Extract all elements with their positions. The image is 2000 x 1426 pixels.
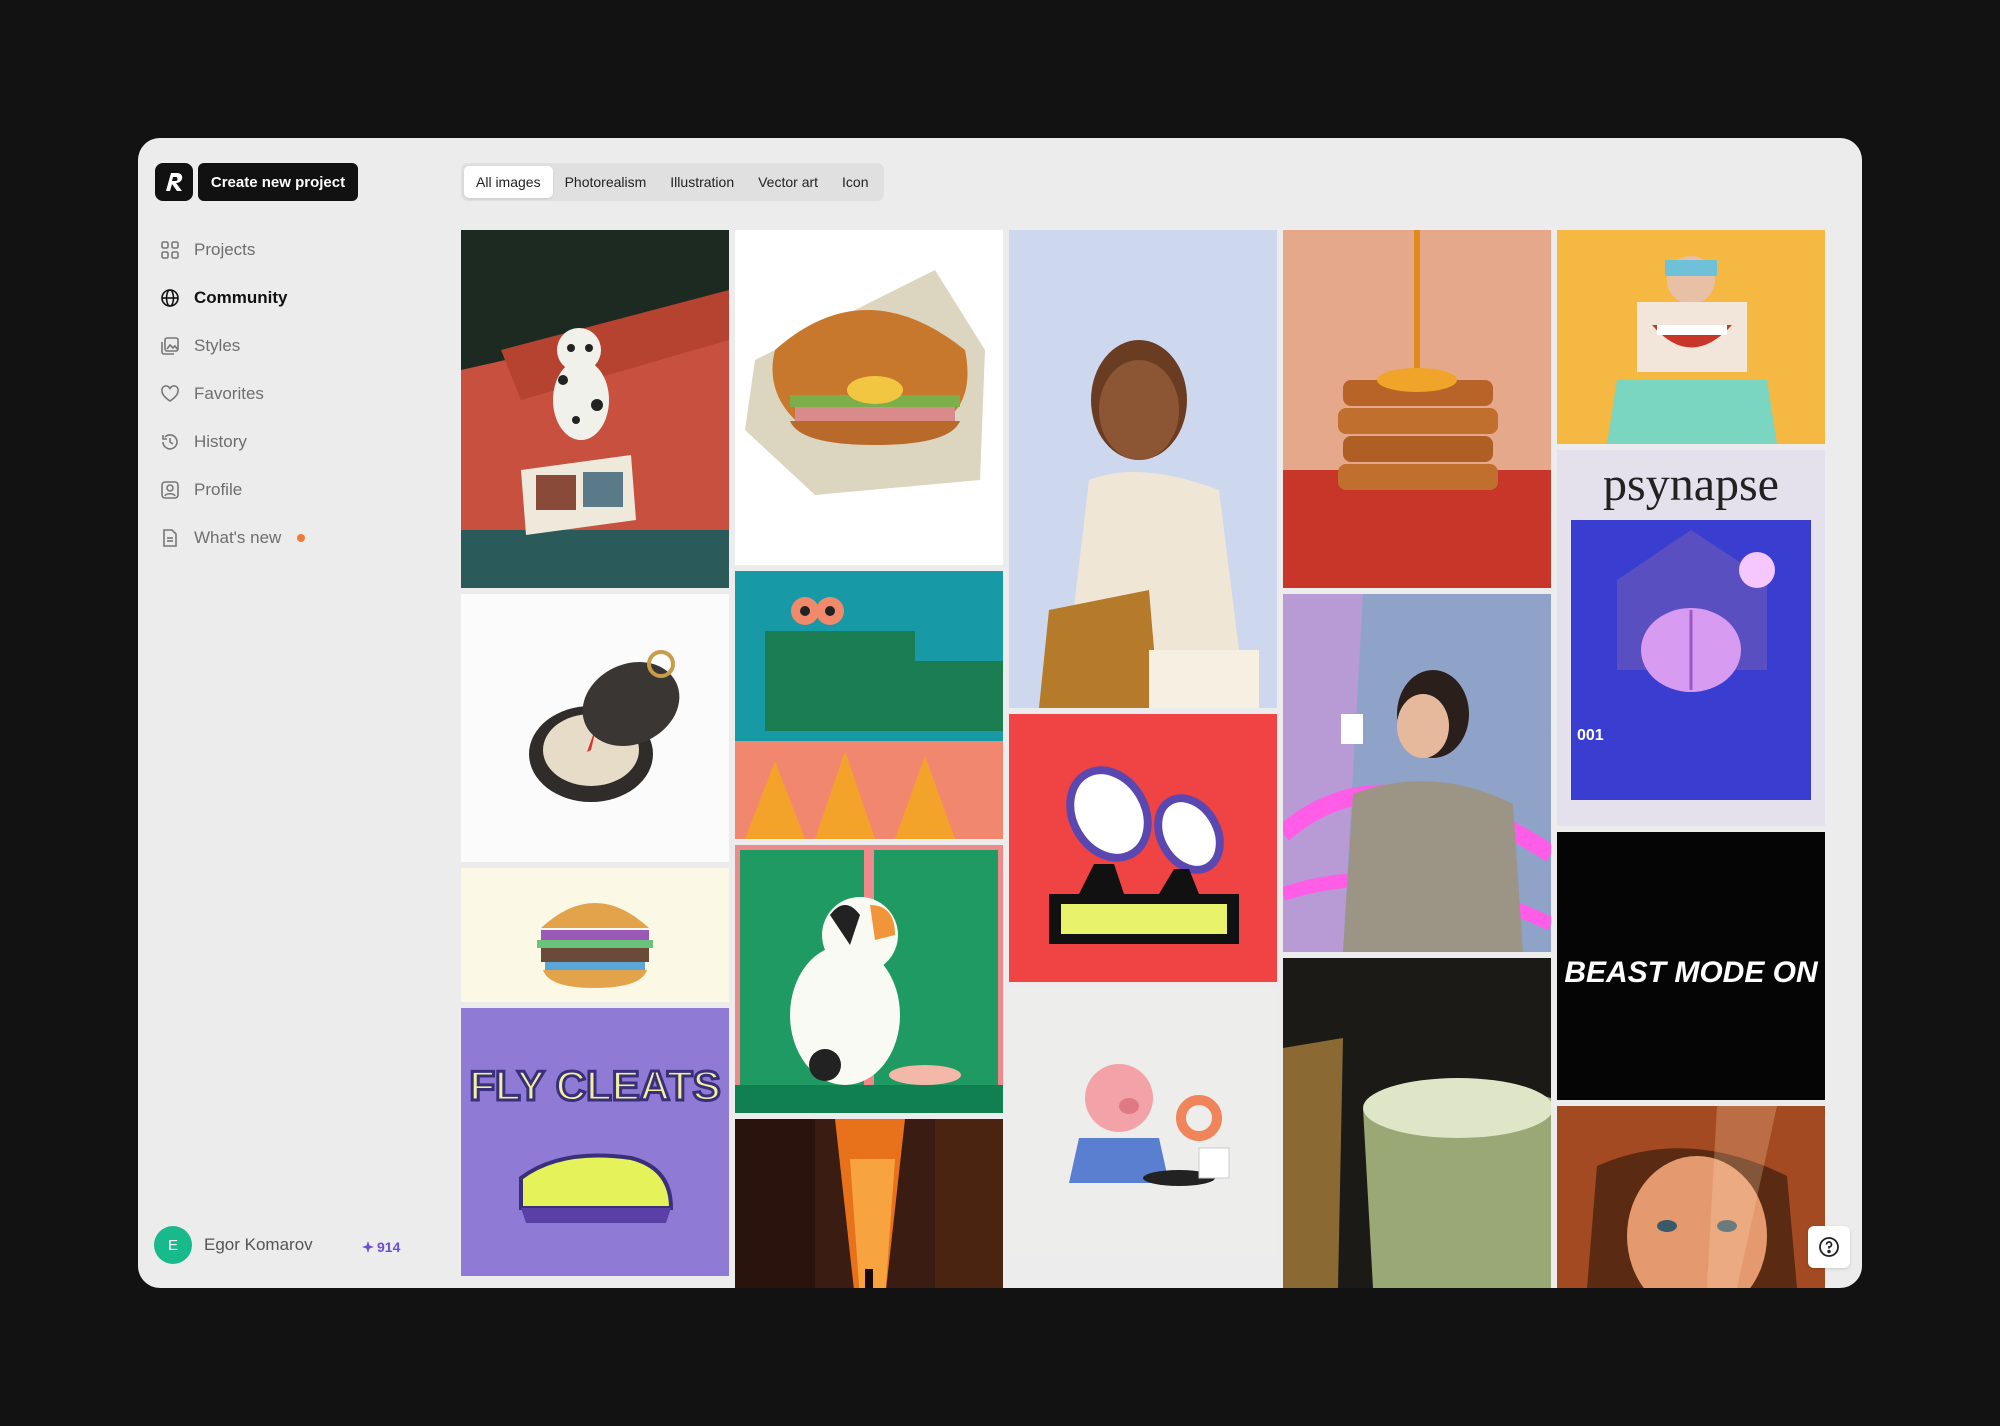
sidebar-item-history[interactable]: History [160, 418, 400, 466]
help-button[interactable] [1808, 1226, 1850, 1268]
sidebar-item-favorites[interactable]: Favorites [160, 370, 400, 418]
sparkle-icon [362, 1241, 374, 1253]
sidebar-item-label: Community [194, 288, 288, 307]
gallery-image-burger[interactable] [461, 868, 729, 1002]
sidebar-item-label: Profile [194, 480, 243, 499]
user-name: Egor Komarov [204, 1235, 313, 1254]
credits-count: 914 [377, 1239, 401, 1255]
globe-icon [161, 289, 179, 307]
gallery-image-dalmatian[interactable] [461, 230, 729, 588]
avatar: E [154, 1226, 192, 1264]
sidebar-item-styles[interactable]: Styles [160, 322, 400, 370]
heart-icon [161, 385, 179, 402]
history-icon [162, 434, 178, 450]
app-window: Create new project Projects Community St… [138, 138, 1862, 1288]
tab-all-images[interactable]: All images [464, 166, 553, 198]
tab-illustration[interactable]: Illustration [658, 166, 746, 198]
psynapse-title: psynapse [1603, 458, 1779, 511]
gallery-image-beast-mode[interactable]: BEAST MODE ON [1557, 832, 1825, 1100]
user-profile[interactable]: E Egor Komarov [154, 1226, 313, 1264]
user-square-icon [161, 481, 179, 499]
sidebar-item-label: History [194, 432, 247, 451]
sidebar-item-label: Styles [194, 336, 241, 355]
gallery-image-psynapse[interactable]: psynapse 001 [1557, 450, 1825, 826]
filter-tabs: All images Photorealism Illustration Vec… [461, 163, 884, 201]
sidebar-item-whats-new[interactable]: What's new [160, 514, 400, 562]
image-stack-icon [161, 337, 179, 355]
gallery-image-french-toast[interactable] [1283, 230, 1551, 588]
sidebar-item-label: Favorites [194, 384, 264, 403]
tab-photorealism[interactable]: Photorealism [553, 166, 659, 198]
gallery-image-woman-warm[interactable] [1557, 1106, 1825, 1288]
logo-icon [166, 173, 183, 191]
grid-icon [161, 241, 179, 259]
gallery-image-fly-cleats[interactable]: FLY CLEATS [461, 1008, 729, 1276]
help-circle-icon [1819, 1237, 1839, 1257]
sidebar-item-label: Projects [194, 240, 256, 259]
gallery-image-cat[interactable] [735, 845, 1003, 1113]
gallery-image-crocodile[interactable] [735, 571, 1003, 839]
image-gallery: FLY CLEATS psynapse 001 BEAST MODE ON [461, 230, 1829, 1288]
tab-icon[interactable]: Icon [830, 166, 880, 198]
gallery-image-croissant[interactable] [735, 230, 1003, 565]
psynapse-number: 001 [1577, 727, 1604, 744]
gallery-image-alley[interactable] [735, 1119, 1003, 1288]
sidebar-item-community[interactable]: Community [160, 274, 400, 322]
document-icon [163, 529, 177, 547]
credits-badge[interactable]: 914 [362, 1239, 400, 1255]
gallery-image-pig[interactable] [1009, 988, 1277, 1256]
sidebar-item-profile[interactable]: Profile [160, 466, 400, 514]
notification-dot [297, 534, 306, 542]
sidebar-item-label: What's new [194, 528, 282, 547]
beast-mode-text: BEAST MODE ON [1564, 956, 1819, 989]
app-logo[interactable] [155, 163, 193, 201]
gallery-image-smile-sign[interactable] [1557, 230, 1825, 444]
fly-text: FLY CLEATS [469, 1062, 720, 1109]
tab-vector-art[interactable]: Vector art [746, 166, 830, 198]
gallery-image-woman-portrait[interactable] [1009, 230, 1277, 708]
gallery-image-compass[interactable] [461, 594, 729, 862]
create-new-project-button[interactable]: Create new project [198, 163, 358, 201]
gallery-image-satellites[interactable] [1009, 714, 1277, 982]
gallery-image-coffee-woman[interactable] [1283, 594, 1551, 952]
sidebar-item-projects[interactable]: Projects [160, 226, 400, 274]
sidebar-nav: Projects Community Styles Favorites Hist… [160, 226, 400, 562]
gallery-image-matcha[interactable] [1283, 958, 1551, 1288]
